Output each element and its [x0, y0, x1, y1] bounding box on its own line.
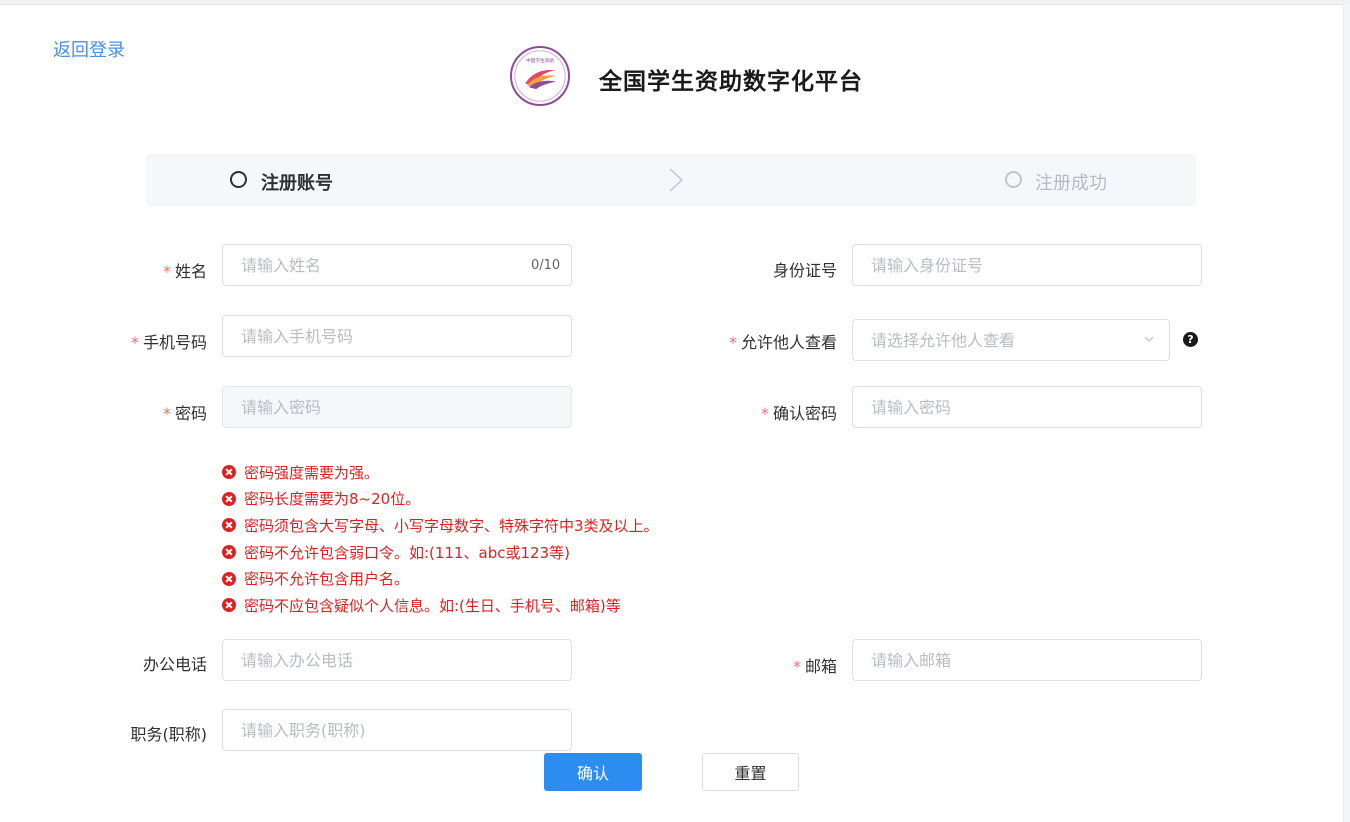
- step-bar: 注册账号 注册成功: [146, 154, 1196, 206]
- logo-emblem-icon: 中国学生资助: [514, 50, 566, 102]
- question-circle-icon[interactable]: ?: [1183, 332, 1198, 347]
- visibility-select-input[interactable]: [852, 319, 1170, 361]
- back-to-login-link[interactable]: 返回登录: [53, 36, 125, 62]
- close-circle-icon: [222, 545, 236, 560]
- password-error-item: 密码长度需要为8~20位。: [222, 486, 659, 513]
- phone-label: * 手机号码: [130, 333, 207, 352]
- password-error-list: 密码强度需要为强。 密码长度需要为8~20位。 密码须包含大写字母、小写字母数字…: [222, 459, 659, 619]
- office-phone-input[interactable]: [222, 639, 572, 681]
- password-error-item: 密码不允许包含弱口令。如:(111、abc或123等): [222, 539, 659, 566]
- platform-logo: 中国学生资助: [510, 46, 570, 106]
- name-label: * 姓名: [162, 262, 207, 281]
- step-register-account: 注册账号: [261, 173, 333, 194]
- platform-title: 全国学生资助数字化平台: [599, 69, 863, 95]
- step-circle-icon: [1005, 171, 1022, 188]
- name-input[interactable]: [222, 244, 572, 286]
- id-number-input[interactable]: [852, 244, 1202, 286]
- close-circle-icon: [222, 465, 236, 480]
- email-label: * 邮箱: [792, 657, 837, 676]
- step-register-success: 注册成功: [1035, 173, 1107, 194]
- phone-input[interactable]: [222, 315, 572, 357]
- close-circle-icon: [222, 518, 236, 533]
- password-error-item: 密码不允许包含用户名。: [222, 565, 659, 592]
- chevron-right-icon: [669, 168, 684, 192]
- confirm-password-label: * 确认密码: [760, 404, 837, 423]
- confirm-password-input[interactable]: [852, 386, 1202, 428]
- top-border: [0, 0, 1350, 5]
- confirm-button[interactable]: 确认: [544, 753, 642, 791]
- password-error-item: 密码须包含大写字母、小写字母数字、特殊字符中3类及以上。: [222, 512, 659, 539]
- reset-button[interactable]: 重置: [702, 753, 799, 791]
- id-number-label: 身份证号: [772, 261, 837, 280]
- chevron-down-icon: [1144, 336, 1154, 342]
- close-circle-icon: [222, 598, 236, 613]
- step-circle-icon: [230, 171, 247, 188]
- position-label: 职务(职称): [130, 725, 208, 744]
- password-error-item: 密码强度需要为强。: [222, 459, 659, 486]
- password-label: * 密码: [162, 404, 207, 423]
- email-input[interactable]: [852, 639, 1202, 681]
- password-input[interactable]: [222, 386, 572, 428]
- name-char-counter: 0/10: [531, 258, 561, 273]
- close-circle-icon: [222, 571, 236, 586]
- position-input[interactable]: [222, 709, 572, 751]
- scrollbar[interactable]: [1343, 4, 1350, 822]
- visibility-label: * 允许他人查看: [728, 333, 837, 352]
- close-circle-icon: [222, 491, 236, 506]
- visibility-select[interactable]: [852, 319, 1170, 361]
- office-phone-label: 办公电话: [142, 655, 207, 674]
- password-error-item: 密码不应包含疑似个人信息。如:(生日、手机号、邮箱)等: [222, 592, 659, 619]
